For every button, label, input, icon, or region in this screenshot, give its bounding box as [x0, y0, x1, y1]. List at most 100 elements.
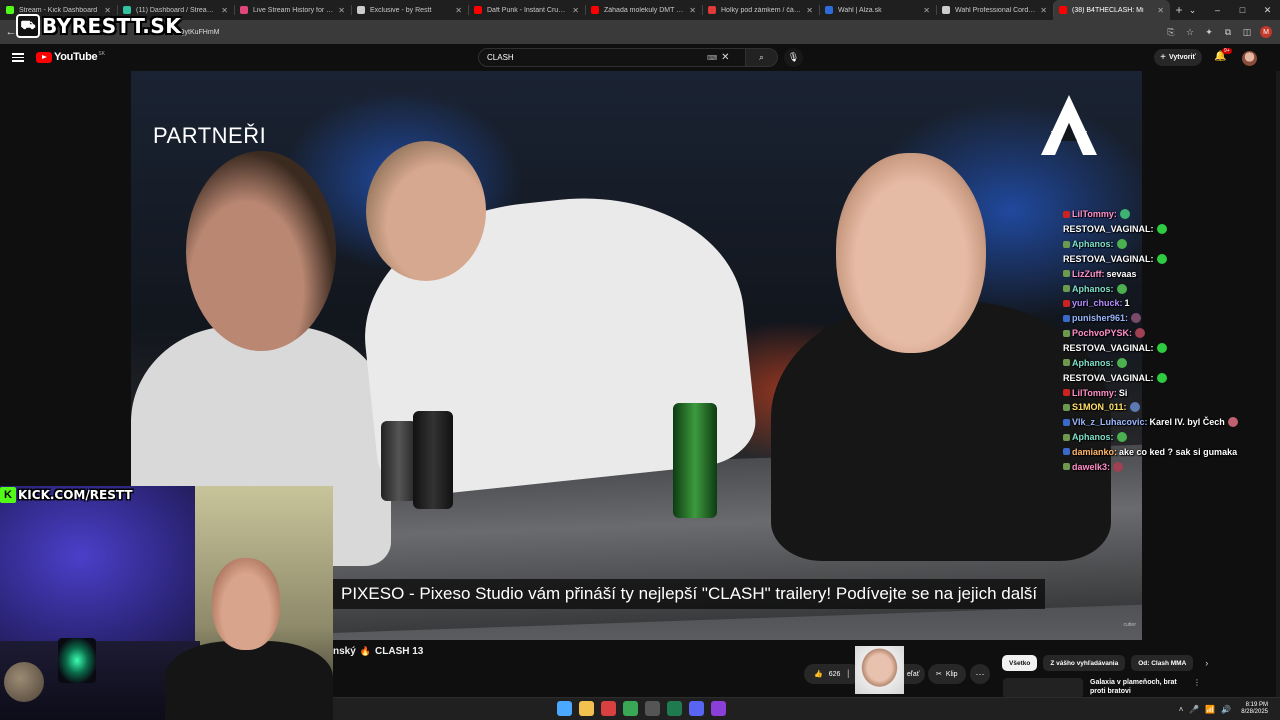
taskbar-app-icon[interactable]	[645, 701, 660, 716]
chat-emote-icon	[1129, 402, 1140, 413]
chat-badge-icon	[1063, 270, 1070, 278]
taskbar-app-icon[interactable]	[601, 701, 616, 716]
wifi-icon[interactable]: 📶	[1205, 705, 1215, 714]
tab-close-icon[interactable]: ✕	[806, 6, 813, 15]
close-window-icon[interactable]: ✕	[1255, 0, 1280, 20]
tab-title: Wahl | Alza.sk	[838, 6, 882, 14]
clock-time: 8:19 PM	[1245, 702, 1268, 708]
browser-tab[interactable]: Wahl | Alza.sk ✕	[819, 0, 936, 20]
taskbar-app-icon[interactable]	[689, 701, 704, 716]
thumbs-down-icon[interactable]: │	[846, 671, 850, 678]
chat-badge-icon	[1063, 418, 1070, 426]
taskbar-app-icon[interactable]	[579, 701, 594, 716]
avatar[interactable]	[1242, 51, 1257, 66]
plus-icon: +	[1160, 52, 1166, 63]
tray-expand-icon[interactable]: ˄	[1179, 705, 1184, 714]
chat-message: yuri_chuck: 1	[1063, 296, 1277, 311]
chat-username: LilTommy:	[1072, 209, 1117, 220]
tab-close-icon[interactable]: ✕	[923, 6, 930, 15]
chat-username: PochvoPYSK:	[1072, 328, 1133, 339]
chat-emote-icon	[1119, 209, 1130, 220]
chat-badge-icon	[1063, 210, 1070, 218]
sidepanel-icon[interactable]: ◫	[1241, 24, 1253, 40]
filter-chip[interactable]: Z vášho vyhľadávania	[1043, 655, 1126, 671]
tab-close-icon[interactable]: ✕	[1157, 6, 1164, 15]
voice-search-button[interactable]: 🎙	[784, 48, 803, 67]
browser-tab[interactable]: Daft Punk - Instant Crush (Vid ✕	[468, 0, 585, 20]
tab-close-icon[interactable]: ✕	[689, 6, 696, 15]
more-actions-button[interactable]: ···	[970, 664, 990, 684]
region-code: SK	[98, 50, 105, 57]
chat-badge-icon	[1063, 240, 1070, 248]
extension-icon[interactable]: ✦	[1203, 24, 1215, 40]
maximize-icon[interactable]: □	[1230, 0, 1255, 20]
scrollbar[interactable]	[1276, 71, 1280, 697]
browser-profile-icon[interactable]: M	[1260, 26, 1272, 38]
bookmark-star-icon[interactable]: ☆	[1184, 24, 1196, 40]
tab-close-icon[interactable]: ✕	[455, 6, 462, 15]
clash-logo-icon	[1041, 95, 1097, 155]
browser-tab[interactable]: Záhada molekuly DMT a paral ✕	[585, 0, 702, 20]
microphone-icon[interactable]: 🎤	[1189, 705, 1199, 714]
recommendation-title[interactable]: Galaxia v plameňoch, brat proti bratovi	[1090, 678, 1190, 696]
tab-favicon-icon	[474, 6, 482, 14]
chevron-right-icon[interactable]: ›	[1205, 658, 1208, 668]
chat-message: Aphanos:	[1063, 430, 1277, 445]
keyboard-icon[interactable]: ⌨	[707, 54, 717, 62]
chat-username: yuri_chuck:	[1072, 298, 1123, 309]
chat-badge-icon	[1063, 433, 1070, 441]
tab-close-icon[interactable]: ✕	[338, 6, 345, 15]
browser-toolbar: ⎘ ☆ ✦ ⧉ ◫ M	[1165, 24, 1272, 40]
tab-favicon-icon	[942, 6, 950, 14]
browser-tab[interactable]: (38) B4THECLASH: Mi ✕	[1053, 0, 1170, 20]
volume-icon[interactable]: 🔊	[1221, 705, 1231, 714]
tab-title: Live Stream History for Blerp	[253, 6, 335, 14]
tab-close-icon[interactable]: ✕	[1040, 6, 1047, 15]
tab-close-icon[interactable]: ✕	[572, 6, 579, 15]
browser-tab[interactable]: Holky pod zámkem / část 1 - e ✕	[702, 0, 819, 20]
chat-message: PochvoPYSK:	[1063, 326, 1277, 341]
filter-chip[interactable]: Všetko	[1002, 655, 1038, 671]
clear-icon[interactable]: ✕	[721, 52, 729, 63]
chat-username: RESTOVA_VAGINAL:	[1063, 343, 1154, 354]
browser-tab[interactable]: Live Stream History for Blerp ✕	[234, 0, 351, 20]
taskbar-app-icon[interactable]	[557, 701, 572, 716]
video-subtitle: PIXESO - Pixeso Studio vám přináší ty ne…	[333, 579, 1046, 609]
chat-message: RESTOVA_VAGINAL:	[1063, 370, 1277, 385]
browser-tab[interactable]: Wahl Professional Cordless De ✕	[936, 0, 1053, 20]
system-clock[interactable]: 8:19 PM 8/28/2025	[1241, 702, 1268, 716]
puzzle-icon[interactable]: ⧉	[1222, 24, 1234, 40]
more-vert-icon[interactable]: ⋮	[1193, 678, 1201, 687]
tab-close-icon[interactable]: ✕	[221, 6, 228, 15]
recommendation-thumbnail[interactable]	[1003, 678, 1083, 698]
minimize-icon[interactable]: –	[1205, 0, 1230, 20]
taskbar-apps	[557, 701, 726, 716]
tab-title: Wahl Professional Cordless De	[955, 6, 1036, 14]
search-input[interactable]	[487, 53, 707, 62]
create-button[interactable]: + Vytvoriť	[1154, 49, 1202, 66]
notification-count: 9+	[1222, 48, 1232, 54]
taskbar-app-icon[interactable]	[711, 701, 726, 716]
taskbar-app-icon[interactable]	[623, 701, 638, 716]
taskbar-app-icon[interactable]	[667, 701, 682, 716]
webcam-overlay	[0, 486, 333, 720]
chat-emote-icon	[1227, 417, 1238, 428]
clip-label: Klip	[945, 670, 958, 678]
like-button[interactable]: 👍 626 │	[804, 664, 861, 684]
filter-chip[interactable]: Od: Clash MMA	[1131, 655, 1194, 671]
browser-tab[interactable]: Exclusive - by Restt ✕	[351, 0, 468, 20]
address-bar: ← CQytKuFHmM ⎘ ☆ ✦ ⧉ ◫ M	[0, 20, 1280, 44]
chat-badge-icon	[1063, 448, 1070, 456]
tab-search-icon[interactable]: ⌄	[1180, 0, 1205, 20]
youtube-logo[interactable]: YouTube SK	[36, 51, 105, 63]
search-button[interactable]: ⌕	[746, 48, 778, 67]
chat-message: RESTOVA_VAGINAL:	[1063, 341, 1277, 356]
tab-title: Daft Punk - Instant Crush (Vid	[487, 6, 568, 14]
cast-icon[interactable]: ⎘	[1165, 24, 1177, 40]
video-scene-person	[836, 153, 986, 353]
video-scene-person	[186, 151, 336, 351]
share-label: eľať	[907, 670, 920, 678]
url-field[interactable]: CQytKuFHmM	[24, 24, 1104, 40]
menu-icon[interactable]	[12, 51, 24, 63]
clip-button[interactable]: ✂ Klip	[928, 664, 966, 684]
